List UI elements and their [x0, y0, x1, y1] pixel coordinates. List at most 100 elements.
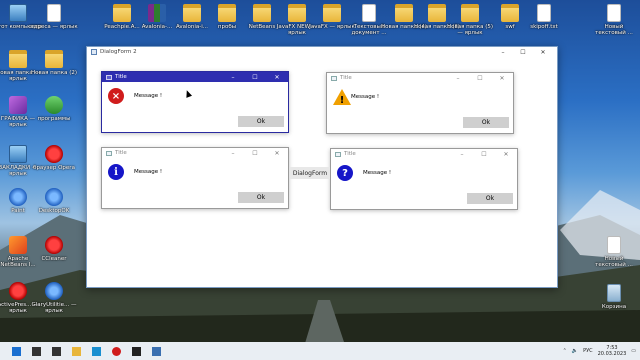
- dialog-body: i Message !: [102, 158, 288, 186]
- terminal-icon: [131, 346, 141, 356]
- minimize-button[interactable]: –: [222, 148, 244, 158]
- app-window-icon: [106, 74, 112, 80]
- close-button[interactable]: ✕: [533, 47, 553, 57]
- taskbar-item[interactable]: [126, 342, 146, 360]
- close-button[interactable]: ✕: [266, 72, 288, 82]
- taskbar-item[interactable]: [106, 342, 126, 360]
- maximize-button[interactable]: ☐: [244, 72, 266, 82]
- language-indicator[interactable]: РУС: [583, 348, 593, 354]
- desktop-icon-label: браузер Opera: [33, 165, 75, 171]
- dialog-title: Title: [344, 151, 356, 157]
- folder-icon: [461, 4, 479, 22]
- desktop-icon[interactable]: адреса — ярлык: [30, 4, 78, 30]
- maximize-button[interactable]: ☐: [473, 149, 495, 159]
- taskbar-item[interactable]: [46, 342, 66, 360]
- desktop-icon[interactable]: программы: [30, 96, 78, 122]
- dialog-question[interactable]: Title – ☐ ✕ ? Message ! Ok: [330, 148, 518, 210]
- search-icon: [31, 346, 41, 356]
- dialog-body: ? Message !: [331, 159, 517, 187]
- desktop-icon[interactable]: Новый текстовый ...: [590, 236, 638, 268]
- close-button[interactable]: ✕: [491, 73, 513, 83]
- desktop-icon-label: Новая папка (2): [31, 70, 77, 76]
- dialog-titlebar[interactable]: Title – ☐ ✕: [331, 149, 517, 159]
- desktop-icon-label: Новый текстовый ...: [595, 24, 633, 36]
- opera-icon: [111, 346, 121, 356]
- dialog-titlebar[interactable]: Title – ☐ ✕: [102, 148, 288, 158]
- desktop-icon[interactable]: CCleaner: [30, 236, 78, 262]
- minimize-button[interactable]: –: [493, 47, 513, 57]
- volume-icon[interactable]: 🔈: [572, 348, 578, 354]
- folder-icon: [323, 4, 341, 22]
- dialog-footer: Ok: [102, 110, 288, 132]
- main-window-controls: – ☐ ✕: [493, 47, 553, 57]
- close-button[interactable]: ✕: [266, 148, 288, 158]
- pc-icon: [9, 4, 27, 22]
- system-tray: ⌃ 🔈 РУС 7:53 20.03.2023 ▭: [563, 342, 636, 360]
- doc-icon: [47, 4, 61, 22]
- red-icon: [45, 145, 63, 163]
- ok-button[interactable]: Ok: [238, 191, 284, 203]
- dialog-title: Title: [115, 74, 127, 80]
- folder-icon: [183, 4, 201, 22]
- desktop-icon-label: DesktopOK: [38, 208, 70, 214]
- minimize-button[interactable]: –: [451, 149, 473, 159]
- question-icon: ?: [337, 165, 353, 181]
- main-window-title: DialogForm 2: [100, 49, 137, 55]
- folder-icon: [288, 4, 306, 22]
- blue-icon: [9, 188, 27, 206]
- orange-icon: [9, 236, 27, 254]
- winrar-icon: [148, 4, 166, 22]
- maximize-button[interactable]: ☐: [469, 73, 491, 83]
- doc-icon: [537, 4, 551, 22]
- app-window-icon: [151, 346, 161, 356]
- ok-button[interactable]: Ok: [467, 192, 513, 204]
- desktop-icon[interactable]: skipoff.txt: [520, 4, 568, 30]
- desktop-icon-label: программы: [37, 116, 71, 122]
- notifications-icon[interactable]: ▭: [631, 348, 636, 354]
- minimize-button[interactable]: –: [447, 73, 469, 83]
- desktop-icon[interactable]: браузер Opera: [30, 145, 78, 171]
- dialog-titlebar[interactable]: Title – ☐ ✕: [327, 73, 513, 83]
- ok-button[interactable]: Ok: [463, 116, 509, 128]
- folder-icon: [113, 4, 131, 22]
- taskbar-item[interactable]: [26, 342, 46, 360]
- desktop-icon[interactable]: Новая папка (2): [30, 50, 78, 76]
- desktop-icon[interactable]: Новый текстовый ...: [590, 4, 638, 36]
- app-window-icon: [331, 75, 337, 81]
- clock[interactable]: 7:53 20.03.2023: [598, 345, 627, 357]
- folder-icon: [428, 4, 446, 22]
- maximize-button[interactable]: ☐: [244, 148, 266, 158]
- taskbar-item[interactable]: [66, 342, 86, 360]
- dialog-message: Message !: [363, 170, 392, 176]
- windows-start-icon: [11, 346, 21, 356]
- desktop-icon[interactable]: Корзина: [590, 284, 638, 310]
- desktop-icon[interactable]: GlaryUtilitie... — ярлык: [30, 282, 78, 314]
- maximize-button[interactable]: ☐: [513, 47, 533, 57]
- dialog-titlebar[interactable]: Title – ☐ ✕: [102, 72, 288, 82]
- taskbar-item[interactable]: [86, 342, 106, 360]
- clock-date: 20.03.2023: [597, 351, 627, 357]
- minimize-button[interactable]: –: [222, 72, 244, 82]
- ok-button[interactable]: Ok: [238, 115, 284, 127]
- taskbar-item[interactable]: [146, 342, 166, 360]
- app-window-icon: [335, 151, 341, 157]
- tray-chevron-icon[interactable]: ⌃: [563, 348, 567, 354]
- dialog-error[interactable]: Title – ☐ ✕ × Message ! Ok: [101, 71, 289, 133]
- doc-icon: [607, 236, 621, 254]
- dialog-message: Message !: [351, 94, 380, 100]
- close-button[interactable]: ✕: [495, 149, 517, 159]
- task-view-icon: [51, 346, 61, 356]
- desktop-icon[interactable]: DesktopOK: [30, 188, 78, 214]
- blue-icon: [45, 188, 63, 206]
- desktop-icon-label: адреса — ярлык: [30, 24, 78, 30]
- dialog-footer: Ok: [331, 187, 517, 209]
- main-window-titlebar[interactable]: DialogForm 2: [87, 47, 557, 57]
- folder-icon: [45, 50, 63, 68]
- folder-icon: [501, 4, 519, 22]
- dialog-info[interactable]: Title – ☐ ✕ i Message ! Ok: [101, 147, 289, 209]
- dialog-title: Title: [115, 150, 127, 156]
- dialog-warning[interactable]: Title – ☐ ✕ ! Message ! Ok: [326, 72, 514, 134]
- info-icon: i: [108, 164, 124, 180]
- taskbar-item[interactable]: [6, 342, 26, 360]
- red-icon: [45, 236, 63, 254]
